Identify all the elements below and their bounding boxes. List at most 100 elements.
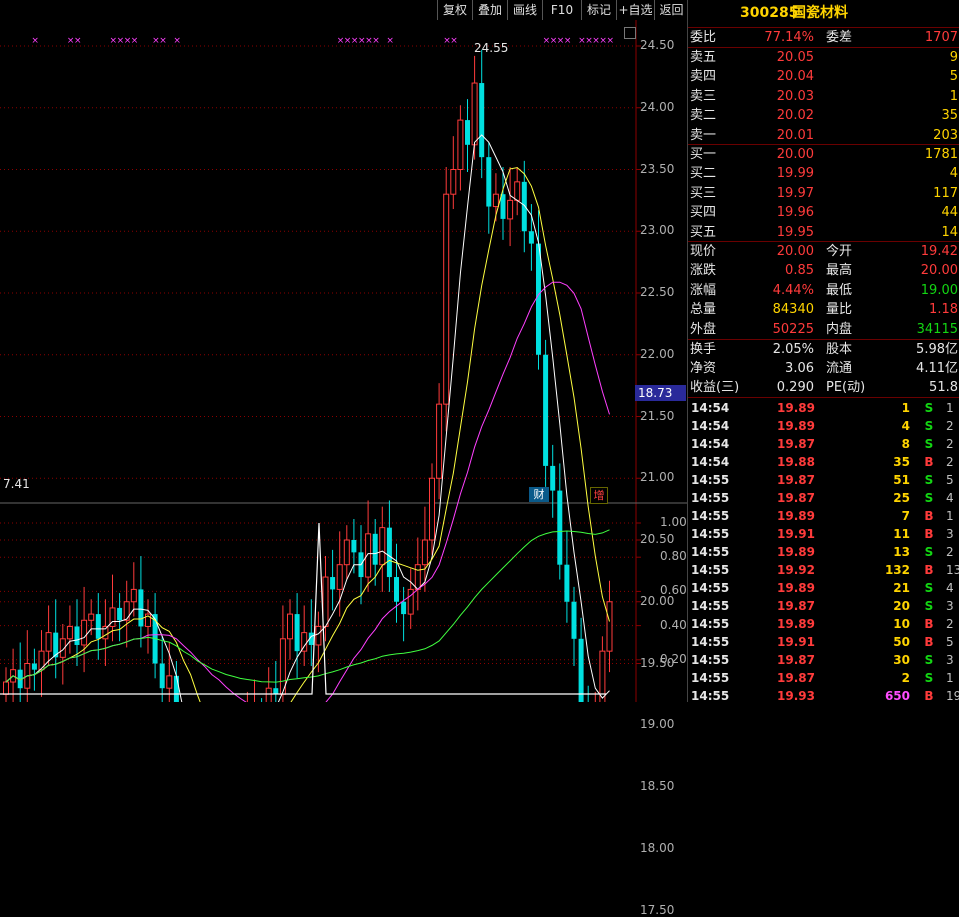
- bid-price: 19.99: [776, 166, 814, 182]
- trade-price: 19.93: [777, 689, 815, 703]
- price-axis-label: 24.50: [640, 38, 675, 52]
- trade-volume: 51: [893, 473, 910, 487]
- trade-price: 19.87: [777, 671, 815, 685]
- kline-chart[interactable]: × × × × × × × × × × × × × × × × × × × × × × × × × × × ×: [0, 0, 687, 702]
- trade-row: 14:55 19.91 50 B 5: [688, 633, 959, 651]
- quote-label: 外盘: [690, 321, 717, 337]
- trade-row: 14:55 19.89 21 S 4: [688, 579, 959, 597]
- candle-body: [471, 82, 478, 146]
- candle-body: [536, 243, 541, 355]
- trade-direction: B: [924, 689, 934, 703]
- bid-label: 买三: [690, 185, 717, 201]
- trade-price: 19.89: [777, 419, 815, 433]
- ask-volume: 203: [933, 127, 958, 143]
- candle-body: [45, 632, 52, 652]
- candle-body: [66, 625, 73, 640]
- candle-body: [407, 588, 414, 615]
- candle-body: [500, 194, 506, 219]
- trade-direction: S: [924, 491, 934, 505]
- ask-label: 卖二: [690, 108, 717, 124]
- fundamental-value: 51.8: [929, 380, 958, 396]
- finance-marker[interactable]: 财: [529, 487, 549, 502]
- f10-button[interactable]: F10: [542, 0, 581, 20]
- trade-volume: 4: [901, 419, 910, 433]
- draw-line-button[interactable]: 画线: [507, 0, 542, 20]
- trade-time: 14:55: [691, 599, 730, 613]
- quote-label: 最低: [826, 282, 853, 298]
- trade-direction: S: [924, 419, 934, 433]
- back-button[interactable]: 返回: [654, 0, 688, 20]
- trade-count: 4: [946, 581, 954, 595]
- trade-row: 14:55 19.87 51 S 5: [688, 471, 959, 489]
- ask-price: 20.04: [776, 69, 814, 85]
- candle-body: [138, 589, 144, 627]
- trade-count: 2: [946, 545, 954, 559]
- trade-time: 14:54: [691, 419, 730, 433]
- trade-count: 3: [946, 653, 954, 667]
- ask-row: 卖四 20.04 5: [688, 67, 959, 87]
- trade-time: 14:55: [691, 581, 730, 595]
- ask-row: 卖一 20.01 203: [688, 126, 959, 146]
- candle-body: [315, 625, 322, 646]
- ask-volume: 9: [949, 50, 958, 65]
- add-watchlist-button[interactable]: +自选: [616, 0, 654, 20]
- fuquan-button[interactable]: 复权: [437, 0, 472, 20]
- trade-volume: 35: [893, 455, 910, 469]
- candle-body: [88, 613, 95, 621]
- ask-volume: 5: [949, 69, 958, 85]
- trade-count: 13: [946, 563, 959, 577]
- trade-direction: S: [924, 671, 934, 685]
- volume-axis-label: 0.20: [660, 651, 687, 666]
- increase-marker[interactable]: 增: [590, 487, 608, 504]
- trade-count: 2: [946, 437, 954, 451]
- trade-count: 2: [946, 419, 954, 433]
- fundamental-row: 收益(三) 0.290 PE(动) 51.8: [688, 378, 959, 398]
- candle-body: [578, 638, 584, 702]
- volume-axis-label: 0.80: [660, 549, 687, 564]
- trade-direction: B: [924, 635, 934, 649]
- signal-mark: ×: [31, 36, 39, 46]
- candlestick-series: [3, 49, 613, 702]
- trade-row: 14:54 19.88 35 B 2: [688, 453, 959, 471]
- trade-volume: 13: [893, 545, 910, 559]
- trade-volume: 8: [901, 437, 910, 451]
- chart-settings-icon[interactable]: [624, 27, 636, 39]
- candle-body: [543, 354, 549, 466]
- fundamental-value: 5.98亿: [916, 342, 958, 357]
- candle-body: [465, 120, 470, 145]
- candle-body: [336, 564, 343, 590]
- mark-button[interactable]: 标记: [581, 0, 616, 20]
- fundamental-label: 股本: [826, 342, 853, 357]
- ask-price: 20.05: [776, 50, 814, 65]
- signal-mark: ×: [372, 36, 380, 46]
- candle-body: [173, 675, 179, 702]
- trade-count: 4: [946, 491, 954, 505]
- trade-price: 19.87: [777, 437, 815, 451]
- bid-volume: 14: [941, 224, 958, 240]
- trade-direction: S: [924, 401, 934, 415]
- trade-time: 14:55: [691, 545, 730, 559]
- overlay-button[interactable]: 叠加: [472, 0, 507, 20]
- trade-time: 14:55: [691, 563, 730, 577]
- candle-body: [557, 490, 563, 565]
- quote-row: 总量 84340 量比 1.18: [688, 300, 959, 320]
- price-axis-label: 17.50: [640, 902, 675, 917]
- fundamental-label: 换手: [690, 342, 717, 357]
- trade-volume: 25: [893, 491, 910, 505]
- bid-volume: 1781: [924, 147, 958, 162]
- signal-mark: ×: [159, 36, 167, 46]
- ask-volume: 1: [949, 88, 958, 104]
- trade-row: 14:54 19.89 4 S 2: [688, 417, 959, 435]
- ask-label: 卖四: [690, 69, 717, 85]
- candle-body: [606, 601, 613, 652]
- price-axis-label: 21.50: [640, 408, 675, 423]
- candle-body: [386, 527, 392, 578]
- trade-price: 19.87: [777, 599, 815, 613]
- signal-mark: ×: [74, 36, 82, 46]
- current-price-tag: 18.73: [635, 385, 686, 401]
- quote-value: 20.00: [920, 263, 958, 279]
- trade-volume: 7: [901, 509, 910, 523]
- candle-body: [166, 675, 173, 689]
- trade-count: 3: [946, 527, 954, 541]
- trade-direction: S: [924, 473, 934, 487]
